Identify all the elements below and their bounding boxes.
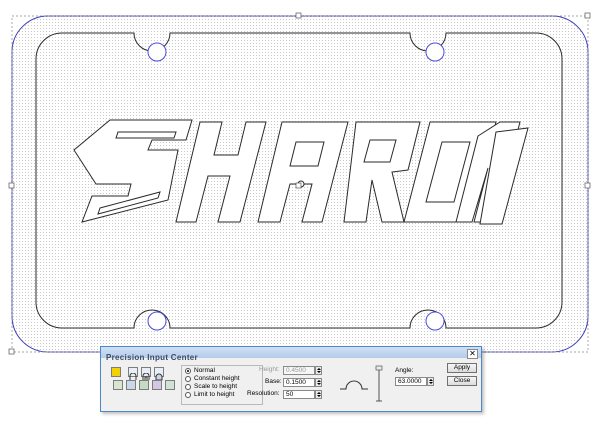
angle-field[interactable]: 63.0000 xyxy=(395,377,427,386)
mode-scale-to-height-label: Scale to height xyxy=(194,383,238,390)
mounting-hole-top-right xyxy=(425,42,445,62)
radio-limit-to-height[interactable] xyxy=(185,392,191,398)
apply-button[interactable]: Apply xyxy=(447,363,477,373)
selection-handle-center xyxy=(295,182,302,189)
mode-normal[interactable]: Normal xyxy=(185,367,215,375)
selection-handle-left-middle xyxy=(8,182,15,189)
selection-handle-top-right xyxy=(584,12,591,19)
precision-input-dialog: Precision Input Center ✕ Normal Constant… xyxy=(100,346,482,412)
selection-handle-top-middle xyxy=(295,12,302,19)
radio-scale-to-height[interactable] xyxy=(185,384,191,390)
mode-normal-label: Normal xyxy=(194,367,215,374)
relief-tool-icon-3[interactable] xyxy=(139,380,149,390)
selection-handle-right-middle xyxy=(584,182,591,189)
relief-tool-icon-4[interactable] xyxy=(152,380,162,390)
close-button[interactable]: Close xyxy=(447,376,477,386)
close-icon[interactable]: ✕ xyxy=(467,349,478,359)
arch-tool-icon-1[interactable] xyxy=(128,367,138,380)
dialog-titlebar[interactable]: Precision Input Center ✕ xyxy=(101,347,481,362)
relief-tool-icon-2[interactable] xyxy=(126,380,136,390)
radio-constant-height[interactable] xyxy=(185,376,191,382)
base-label: Base: xyxy=(265,378,282,385)
mode-constant-height-label: Constant height xyxy=(194,375,240,382)
mounting-hole-bottom-right xyxy=(425,311,445,331)
arch-tool-icon-2[interactable] xyxy=(141,367,151,380)
base-spinner[interactable] xyxy=(315,378,322,387)
relief-tool-icon-1[interactable] xyxy=(113,380,123,390)
angle-spinner[interactable] xyxy=(427,377,434,386)
angle-slider[interactable] xyxy=(375,365,383,403)
mounting-hole-bottom-left xyxy=(147,311,167,331)
mode-scale-to-height[interactable]: Scale to height xyxy=(185,383,237,391)
radio-normal[interactable] xyxy=(185,368,191,374)
dialog-body: Normal Constant height Scale to height L… xyxy=(101,359,481,411)
height-label: Height: xyxy=(259,366,280,373)
relief-tool-icon-5[interactable] xyxy=(165,380,175,390)
color-swatch-icon[interactable] xyxy=(111,367,121,377)
mode-limit-to-height-label: Limit to height xyxy=(194,391,235,398)
mounting-hole-top-left xyxy=(147,42,167,62)
selection-handle-bottom-left xyxy=(8,348,15,355)
base-field[interactable]: 0.1500 xyxy=(283,378,315,387)
mode-limit-to-height[interactable]: Limit to height xyxy=(185,391,234,399)
arch-tool-icon-3[interactable] xyxy=(154,367,164,381)
mode-constant-height[interactable]: Constant height xyxy=(185,375,240,383)
height-spinner[interactable] xyxy=(315,366,322,375)
resolution-label: Resolution: xyxy=(247,390,280,397)
height-field[interactable]: 0.4500 xyxy=(283,366,315,375)
angle-label: Angle: xyxy=(395,367,414,374)
resolution-field[interactable]: 50 xyxy=(283,390,315,399)
profile-preview-icon xyxy=(340,380,368,390)
resolution-spinner[interactable] xyxy=(315,390,322,399)
